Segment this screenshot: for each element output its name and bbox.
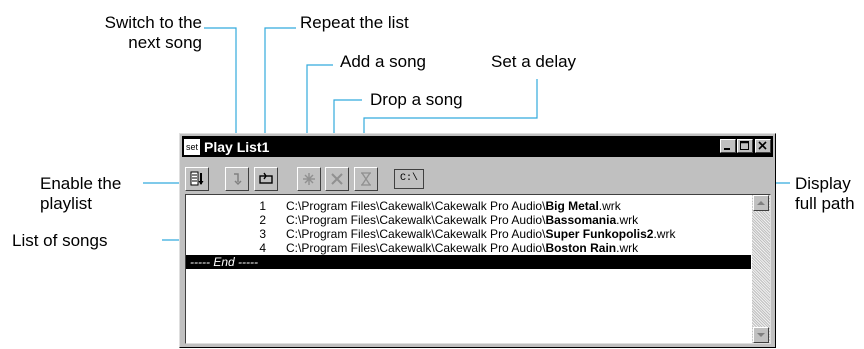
drop-song-icon	[331, 173, 343, 185]
callout-display-path-text: Display full path	[795, 174, 855, 213]
callout-repeat-text: Repeat the list	[300, 13, 409, 32]
song-number: 1	[259, 199, 266, 213]
enable-playlist-button[interactable]	[185, 167, 209, 191]
callout-repeat: Repeat the list	[300, 13, 409, 33]
add-song-button[interactable]	[297, 167, 321, 191]
minimize-icon	[724, 148, 730, 150]
callout-list-songs-text: List of songs	[12, 231, 108, 250]
app-icon[interactable]: set	[184, 138, 200, 155]
display-path-button[interactable]: C:\	[394, 169, 424, 189]
add-song-icon	[303, 173, 315, 185]
hourglass-icon	[361, 172, 371, 186]
song-path: C:\Program Files\Cakewalk\Cakewalk Pro A…	[286, 199, 621, 213]
repeat-icon	[259, 172, 273, 184]
callout-list-songs: List of songs	[12, 231, 107, 251]
drop-song-button[interactable]	[325, 167, 349, 191]
song-path: C:\Program Files\Cakewalk\Cakewalk Pro A…	[286, 227, 676, 241]
end-marker-row[interactable]: ----- End -----	[186, 255, 751, 269]
callout-switch-next: Switch to the next song	[80, 13, 202, 53]
down-arrow-icon	[757, 333, 765, 337]
callout-add: Add a song	[340, 52, 426, 72]
song-number: 3	[259, 227, 266, 241]
window-controls	[719, 139, 771, 153]
up-arrow-icon	[757, 201, 765, 205]
callout-set-delay-text: Set a delay	[491, 52, 577, 71]
window-title: Play List1	[204, 138, 270, 155]
callout-display-path: Display full path	[795, 174, 855, 214]
close-button[interactable]	[755, 139, 771, 153]
callout-drop: Drop a song	[370, 90, 463, 110]
song-path: C:\Program Files\Cakewalk\Cakewalk Pro A…	[286, 213, 639, 227]
song-number: 4	[259, 241, 266, 255]
callout-set-delay: Set a delay	[491, 52, 576, 72]
maximize-icon	[740, 141, 749, 150]
playlist-window: set Play List1 C:\ 1 C:\Program Files\Ca…	[179, 133, 776, 348]
playlist-enable-icon	[190, 171, 204, 186]
song-list[interactable]: 1 C:\Program Files\Cakewalk\Cakewalk Pro…	[185, 194, 771, 344]
callout-switch-next-text: Switch to the next song	[104, 13, 202, 52]
title-bar[interactable]: set Play List1	[182, 136, 773, 157]
callout-drop-text: Drop a song	[370, 90, 463, 109]
set-delay-button[interactable]	[354, 167, 378, 191]
repeat-list-button[interactable]	[254, 167, 278, 191]
callout-add-text: Add a song	[340, 52, 427, 71]
next-song-icon	[234, 173, 242, 186]
maximize-button[interactable]	[737, 139, 753, 153]
callout-enable: Enable the playlist	[40, 174, 140, 214]
next-song-button[interactable]	[225, 167, 249, 191]
callout-enable-text: Enable the playlist	[40, 174, 122, 213]
song-path: C:\Program Files\Cakewalk\Cakewalk Pro A…	[286, 241, 639, 255]
close-icon	[758, 141, 767, 150]
vertical-scrollbar[interactable]	[752, 195, 770, 343]
scroll-down-button[interactable]	[753, 327, 769, 343]
minimize-button[interactable]	[720, 139, 736, 153]
toolbar: C:\	[182, 161, 773, 193]
scroll-up-button[interactable]	[753, 195, 769, 211]
song-number: 2	[259, 213, 266, 227]
